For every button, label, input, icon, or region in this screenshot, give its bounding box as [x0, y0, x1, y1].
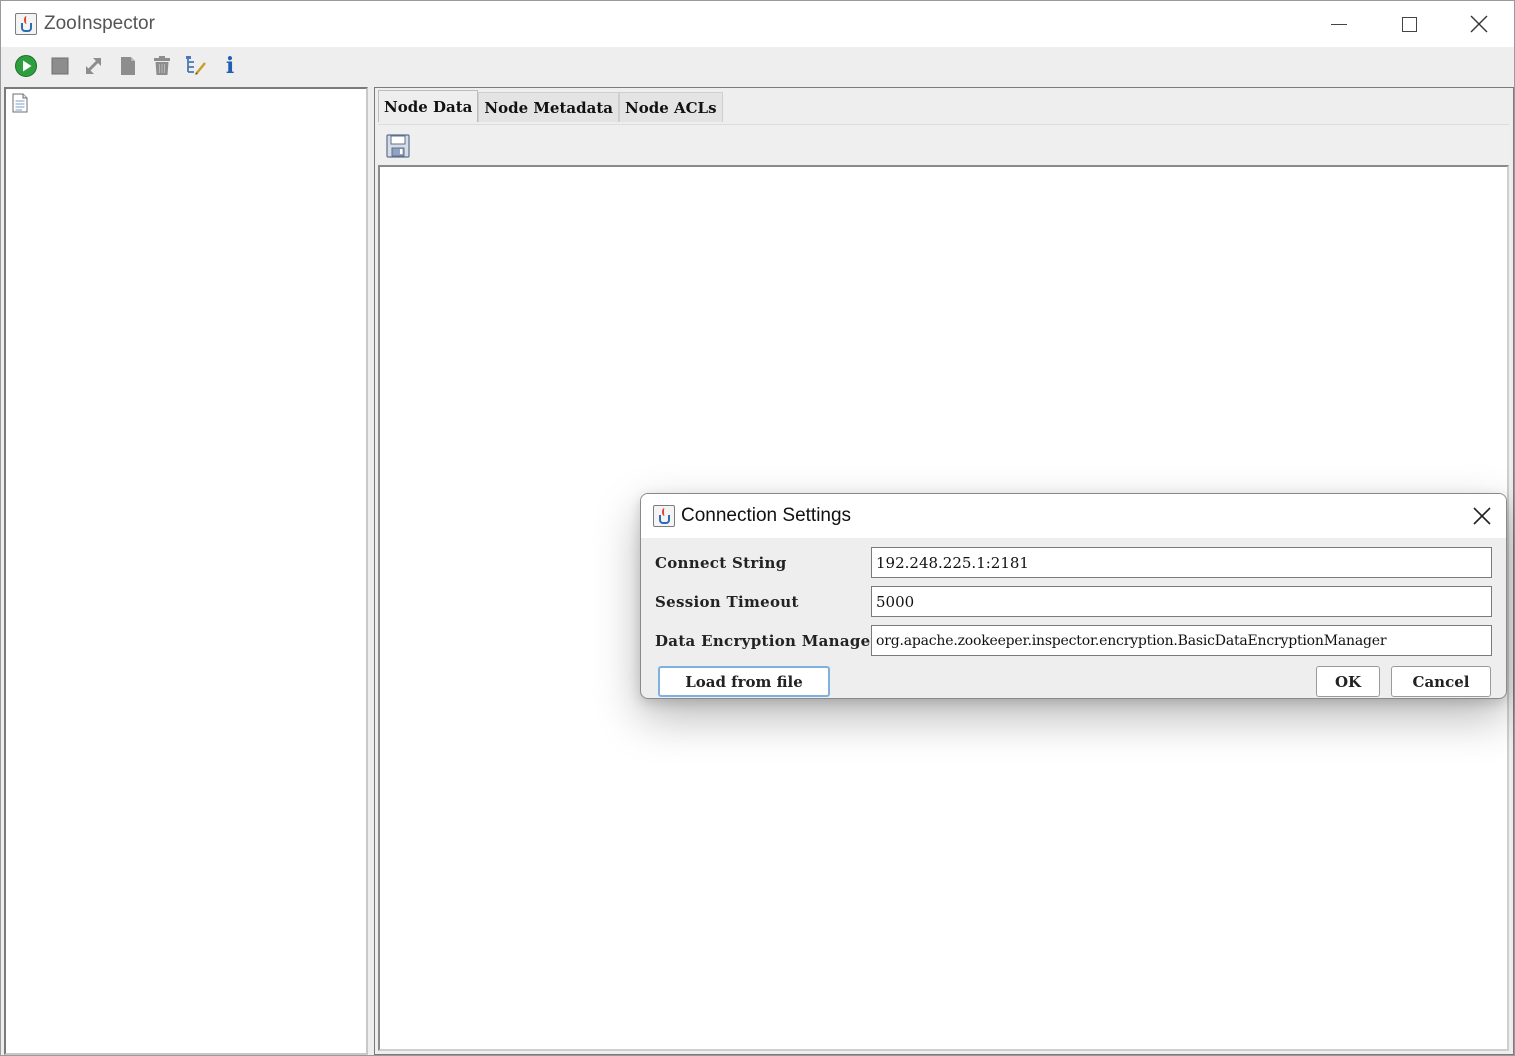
load-from-file-button[interactable]: Load from file	[658, 666, 830, 697]
window-controls	[1304, 1, 1514, 47]
close-icon	[1470, 15, 1488, 33]
title-bar: ZooInspector	[1, 1, 1514, 47]
node-data-toolbar	[378, 124, 1509, 164]
main-toolbar: i	[1, 47, 1514, 85]
detail-tabs: Node Data Node Metadata Node ACLs	[378, 90, 723, 122]
node-viewers-button[interactable]	[179, 49, 213, 83]
document-icon	[121, 57, 135, 75]
tab-node-metadata[interactable]: Node Metadata	[478, 92, 619, 122]
info-icon: i	[225, 53, 235, 79]
minimize-icon	[1331, 23, 1347, 25]
java-app-icon	[15, 13, 37, 35]
encryption-manager-input[interactable]: org.apache.zookeeper.inspector.encryptio…	[871, 625, 1492, 656]
tab-node-acls[interactable]: Node ACLs	[618, 92, 723, 122]
connect-button[interactable]	[9, 49, 43, 83]
stop-icon	[51, 57, 69, 75]
node-tree[interactable]	[4, 87, 368, 1055]
connect-string-input[interactable]: 192.248.225.1:2181	[871, 547, 1492, 578]
maximize-button[interactable]	[1374, 1, 1444, 47]
dialog-title-bar: Connection Settings	[641, 494, 1506, 538]
ok-button[interactable]: OK	[1316, 666, 1380, 697]
session-timeout-input[interactable]: 5000	[871, 586, 1492, 617]
close-icon	[1473, 507, 1491, 525]
tree-edit-icon	[186, 56, 206, 75]
connection-settings-dialog: Connection Settings Connect String 192.2…	[640, 493, 1507, 699]
tab-node-data[interactable]: Node Data	[378, 90, 479, 122]
window-title: ZooInspector	[44, 13, 155, 34]
trash-icon	[154, 56, 170, 75]
play-icon	[15, 55, 37, 77]
root-node-icon[interactable]	[12, 93, 28, 113]
save-icon[interactable]	[385, 133, 411, 159]
close-window-button[interactable]	[1444, 1, 1514, 47]
refresh-button[interactable]	[77, 49, 111, 83]
maximize-icon	[1401, 16, 1417, 32]
add-node-button[interactable]	[111, 49, 145, 83]
java-app-icon	[653, 505, 675, 527]
minimize-button[interactable]	[1304, 1, 1374, 47]
dialog-close-button[interactable]	[1466, 500, 1498, 532]
refresh-icon	[86, 58, 101, 74]
connect-string-label: Connect String	[655, 554, 787, 572]
session-timeout-label: Session Timeout	[655, 593, 799, 611]
encryption-manager-label: Data Encryption Manager	[655, 632, 879, 650]
about-button[interactable]: i	[213, 49, 247, 83]
disconnect-button[interactable]	[43, 49, 77, 83]
dialog-title: Connection Settings	[681, 505, 852, 526]
delete-node-button[interactable]	[145, 49, 179, 83]
cancel-button[interactable]: Cancel	[1391, 666, 1491, 697]
